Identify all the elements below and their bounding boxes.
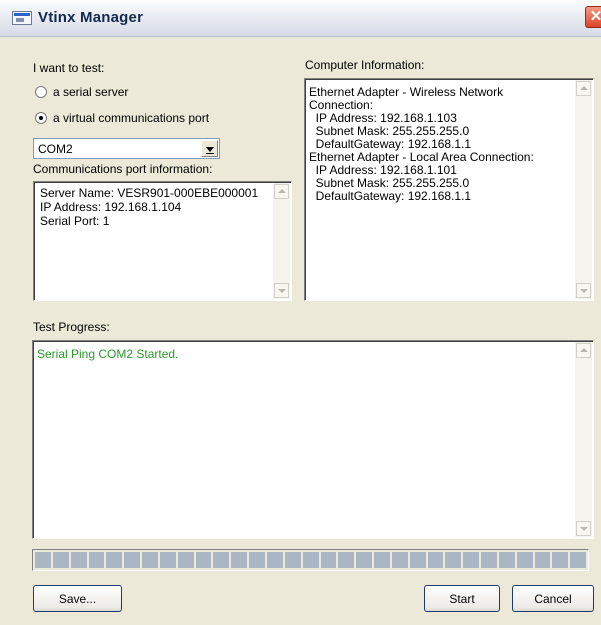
radio-virtual-port-label: a virtual communications port xyxy=(53,111,210,125)
computer-info-line: IP Address: 192.168.1.101 xyxy=(309,163,457,177)
progress-segment xyxy=(445,552,462,568)
computer-info-line: Connection: xyxy=(309,98,374,112)
progress-segment xyxy=(177,552,194,568)
port-select[interactable]: COM2 xyxy=(33,138,220,159)
progress-segment xyxy=(213,552,230,568)
computer-info-line: Ethernet Adapter - Local Area Connection… xyxy=(309,150,534,164)
computer-info-scrollbar[interactable] xyxy=(575,80,592,299)
scroll-up-arrow-icon[interactable] xyxy=(576,343,591,358)
window-title: Vtinx Manager xyxy=(38,9,144,26)
progress-segment xyxy=(266,552,283,568)
progress-segments xyxy=(35,552,587,568)
start-button[interactable]: Start xyxy=(424,585,500,612)
progress-segment xyxy=(106,552,123,568)
progress-segment xyxy=(427,552,444,568)
progress-segment xyxy=(70,552,87,568)
scroll-down-arrow-icon[interactable] xyxy=(576,521,591,536)
progress-segment xyxy=(284,552,301,568)
computer-info-line: IP Address: 192.168.1.103 xyxy=(309,111,457,125)
progress-segment xyxy=(52,552,69,568)
progress-segment xyxy=(391,552,408,568)
progress-segment xyxy=(481,552,497,568)
progress-segment xyxy=(35,552,51,568)
test-progress-heading: Test Progress: xyxy=(33,320,110,334)
test-target-heading: I want to test: xyxy=(33,61,105,75)
progress-segment xyxy=(409,552,426,568)
progress-segment xyxy=(356,552,373,568)
computer-info-textbox[interactable]: Ethernet Adapter - Wireless Network Conn… xyxy=(304,78,594,301)
port-info-line: Server Name: VESR901-000EBE000001 xyxy=(40,186,259,200)
progress-segment xyxy=(142,552,158,568)
progress-segment xyxy=(570,552,587,568)
close-button[interactable]: ✕ xyxy=(585,6,601,28)
port-info-textbox[interactable]: Server Name: VESR901-000EBE000001 IP Add… xyxy=(33,181,292,301)
computer-info-line: DefaultGateway: 192.168.1.1 xyxy=(309,189,472,203)
progress-segment xyxy=(249,552,265,568)
progress-segment xyxy=(338,552,355,568)
radio-virtual-port[interactable]: a virtual communications port xyxy=(33,110,253,126)
cancel-button[interactable]: Cancel xyxy=(512,585,594,612)
progress-segment xyxy=(320,552,337,568)
save-button[interactable]: Save... xyxy=(33,585,122,612)
scroll-up-arrow-icon[interactable] xyxy=(274,184,289,199)
port-info-heading: Communications port information: xyxy=(33,162,213,176)
progress-segment xyxy=(302,552,319,568)
progress-segment xyxy=(516,552,533,568)
progress-segment xyxy=(88,552,105,568)
radio-virtual-port-circle[interactable] xyxy=(35,112,47,124)
computer-info-line: Ethernet Adapter - Wireless Network xyxy=(309,85,504,99)
chevron-down-icon[interactable] xyxy=(201,140,218,157)
progress-segment xyxy=(159,552,176,568)
test-progress-bar xyxy=(32,549,589,571)
port-info-line: Serial Port: 1 xyxy=(40,214,110,228)
progress-segment xyxy=(374,552,390,568)
test-log-textbox[interactable]: Serial Ping COM2 Started. xyxy=(32,340,594,539)
port-info-scrollbar[interactable] xyxy=(273,183,290,299)
scroll-down-arrow-icon[interactable] xyxy=(274,283,289,298)
progress-segment xyxy=(124,552,141,568)
computer-info-line: DefaultGateway: 192.168.1.1 xyxy=(309,137,472,151)
progress-segment xyxy=(552,552,569,568)
test-log-line: Serial Ping COM2 Started. xyxy=(37,347,179,361)
radio-serial-server[interactable]: a serial server xyxy=(33,84,233,100)
title-bar[interactable]: Vtinx Manager ✕ xyxy=(0,0,601,37)
progress-segment xyxy=(534,552,551,568)
port-select-value: COM2 xyxy=(38,142,73,156)
scroll-up-arrow-icon[interactable] xyxy=(576,81,591,96)
computer-info-line: Subnet Mask: 255.255.255.0 xyxy=(309,176,470,190)
progress-segment xyxy=(463,552,480,568)
radio-serial-server-label: a serial server xyxy=(53,85,129,99)
app-window-icon xyxy=(12,11,32,25)
progress-segment xyxy=(231,552,248,568)
scroll-down-arrow-icon[interactable] xyxy=(576,283,591,298)
computer-info-heading: Computer Information: xyxy=(305,58,425,72)
port-info-line: IP Address: 192.168.1.104 xyxy=(40,200,182,214)
progress-segment xyxy=(498,552,515,568)
test-log-scrollbar[interactable] xyxy=(575,342,592,537)
progress-segment xyxy=(195,552,212,568)
computer-info-line: Subnet Mask: 255.255.255.0 xyxy=(309,124,470,138)
radio-serial-server-circle[interactable] xyxy=(35,86,47,98)
